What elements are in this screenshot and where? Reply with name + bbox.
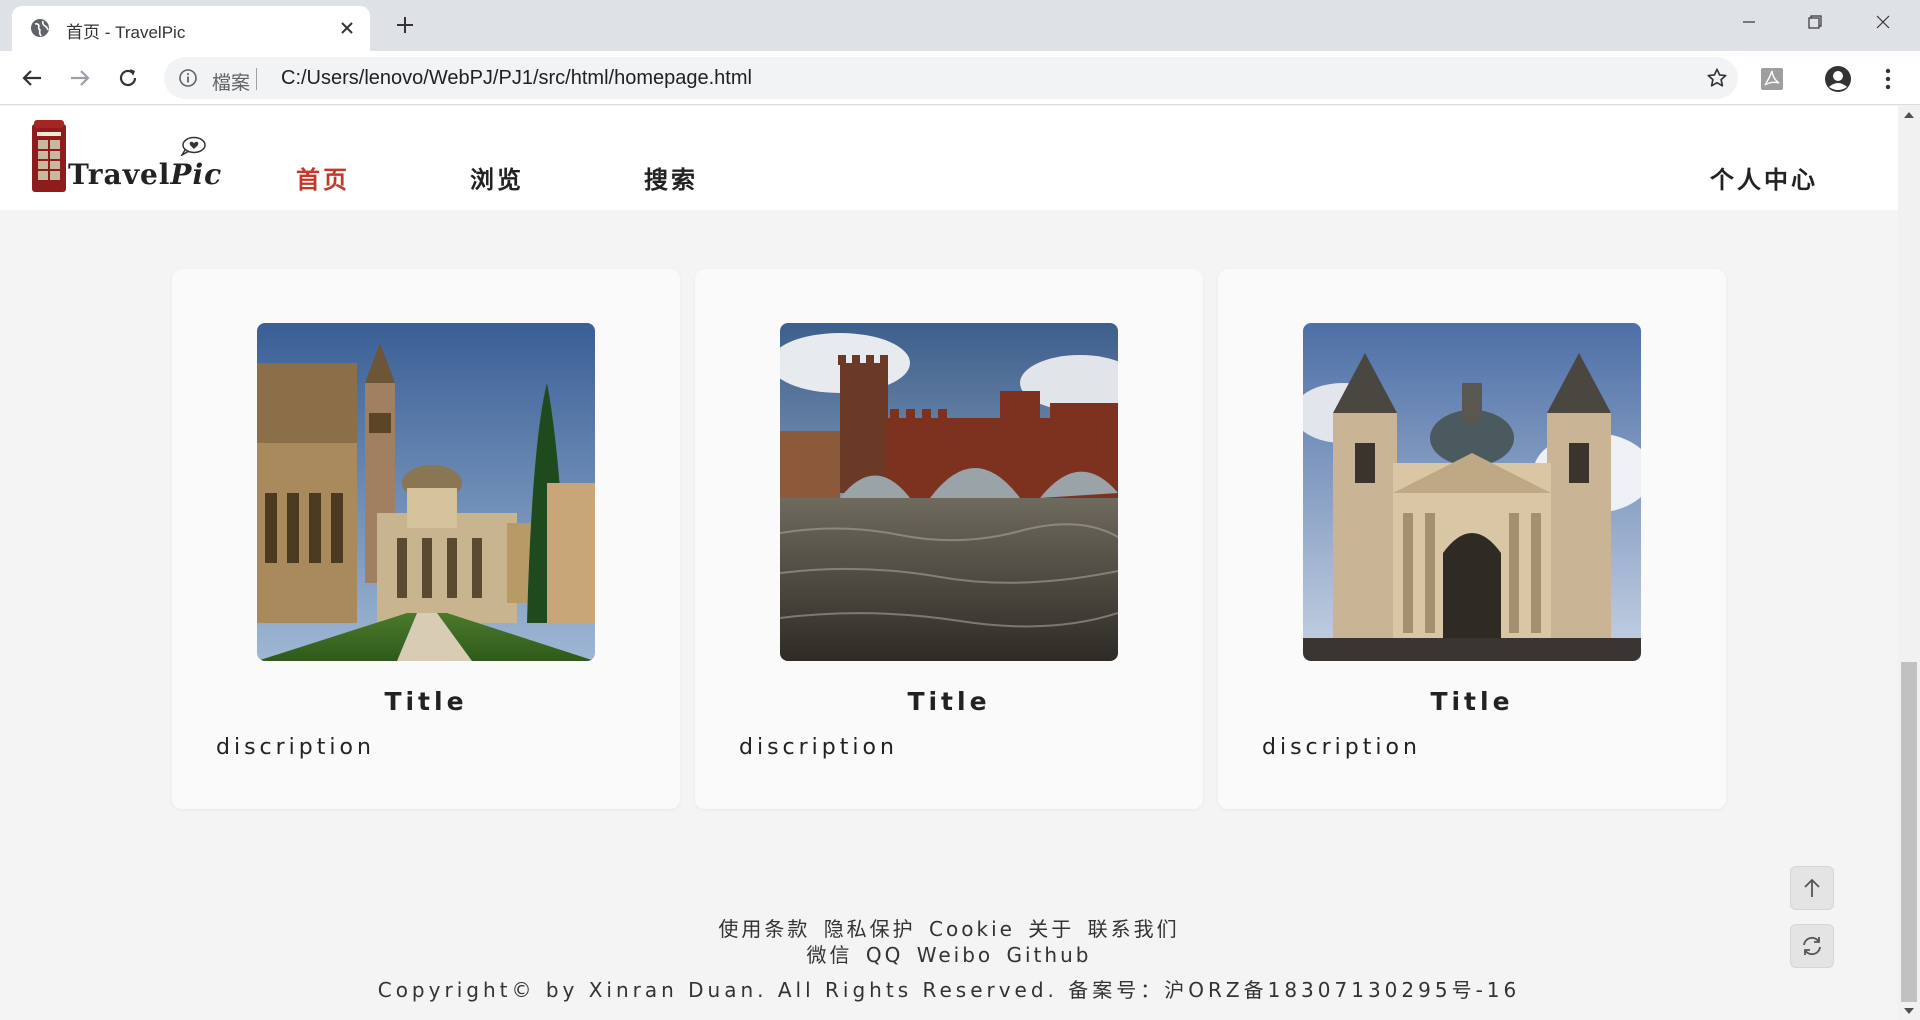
footer-link-wechat[interactable]: 微信: [807, 943, 853, 967]
site-footer: 使用条款 隐私保护 Cookie 关于 联系我们 微信 QQ Weibo Git…: [0, 916, 1898, 1003]
copyright-text: Copyright© by Xinran Duan. All Rights Re…: [377, 978, 1521, 1002]
card-description: discription: [739, 735, 898, 760]
footer-link-privacy[interactable]: 隐私保护: [824, 917, 916, 941]
page-viewport: TravelPic 首页 浏览 搜索 个人中心 Title discriptio…: [0, 106, 1898, 1020]
browser-tab-bar: 首页 - TravelPic: [0, 0, 1920, 51]
tab-close-icon[interactable]: [334, 15, 360, 41]
refresh-button[interactable]: [1790, 924, 1834, 968]
footer-link-contact[interactable]: 联系我们: [1088, 917, 1180, 941]
card-title[interactable]: Title: [1218, 687, 1726, 716]
scrollbar-thumb[interactable]: [1901, 662, 1917, 1002]
reload-icon[interactable]: [112, 62, 144, 94]
window-close-icon[interactable]: [1850, 0, 1916, 44]
footer-links-row1: 使用条款 隐私保护 Cookie 关于 联系我们: [0, 916, 1898, 942]
address-bar[interactable]: 檔案 C:/Users/lenovo/WebPJ/PJ1/src/html/ho…: [164, 57, 1738, 99]
footer-link-github[interactable]: Github: [1007, 943, 1092, 967]
castle-bridge-river-photo[interactable]: [780, 323, 1118, 661]
info-icon[interactable]: [178, 68, 198, 88]
footer-links-row2: 微信 QQ Weibo Github: [0, 942, 1898, 968]
back-arrow-icon[interactable]: [16, 62, 48, 94]
kebab-menu-icon[interactable]: [1874, 65, 1902, 93]
omnibox-divider: [256, 68, 257, 90]
card-description: discription: [1262, 735, 1421, 760]
browser-tab[interactable]: 首页 - TravelPic: [12, 6, 370, 51]
nav-user-center[interactable]: 个人中心: [1710, 160, 1818, 195]
tab-title: 首页 - TravelPic: [66, 23, 186, 42]
photo-card[interactable]: Title discription: [1218, 269, 1726, 809]
card-description: discription: [216, 735, 375, 760]
phone-booth-icon: [32, 120, 66, 192]
page-scrollbar[interactable]: [1898, 106, 1920, 1020]
basilica-courtyard-photo[interactable]: [257, 323, 595, 661]
file-scheme-label: 檔案: [212, 72, 251, 94]
arrow-up-icon: [1804, 878, 1820, 897]
domed-cathedral-photo[interactable]: [1303, 323, 1641, 661]
photo-card[interactable]: Title discription: [695, 269, 1203, 809]
travelpic-logo[interactable]: TravelPic: [30, 118, 221, 194]
footer-link-cookie[interactable]: Cookie: [929, 917, 1015, 941]
nav-search[interactable]: 搜索: [644, 160, 698, 195]
footer-link-weibo[interactable]: Weibo: [917, 943, 993, 967]
site-header: TravelPic 首页 浏览 搜索 个人中心: [0, 106, 1898, 210]
footer-link-qq[interactable]: QQ: [866, 943, 903, 967]
footer-link-about[interactable]: 关于: [1028, 917, 1074, 941]
back-to-top-button[interactable]: [1790, 866, 1834, 910]
browser-toolbar: 檔案 C:/Users/lenovo/WebPJ/PJ1/src/html/ho…: [0, 51, 1920, 105]
speech-bubble-heart-icon: [180, 136, 206, 156]
footer-link-terms[interactable]: 使用条款: [718, 917, 810, 941]
bookmark-star-icon[interactable]: [1706, 67, 1728, 89]
url-text[interactable]: C:/Users/lenovo/WebPJ/PJ1/src/html/homep…: [281, 67, 752, 90]
forward-arrow-icon[interactable]: [64, 62, 96, 94]
logo-wordmark: TravelPic: [68, 158, 223, 191]
nav-browse[interactable]: 浏览: [470, 160, 524, 195]
refresh-icon: [1803, 936, 1821, 956]
globe-icon: [31, 19, 49, 37]
photo-card[interactable]: Title discription: [172, 269, 680, 809]
scroll-up-arrow-icon[interactable]: [1904, 112, 1914, 118]
card-title[interactable]: Title: [695, 687, 1203, 716]
profile-avatar-icon[interactable]: [1824, 65, 1852, 93]
card-title[interactable]: Title: [172, 687, 680, 716]
new-tab-icon[interactable]: [390, 10, 420, 40]
nav-home[interactable]: 首页: [296, 160, 350, 195]
scroll-down-arrow-icon[interactable]: [1904, 1008, 1914, 1014]
minimize-icon[interactable]: [1716, 0, 1782, 44]
restore-icon[interactable]: [1782, 0, 1848, 44]
pdf-extension-icon[interactable]: [1758, 65, 1786, 93]
